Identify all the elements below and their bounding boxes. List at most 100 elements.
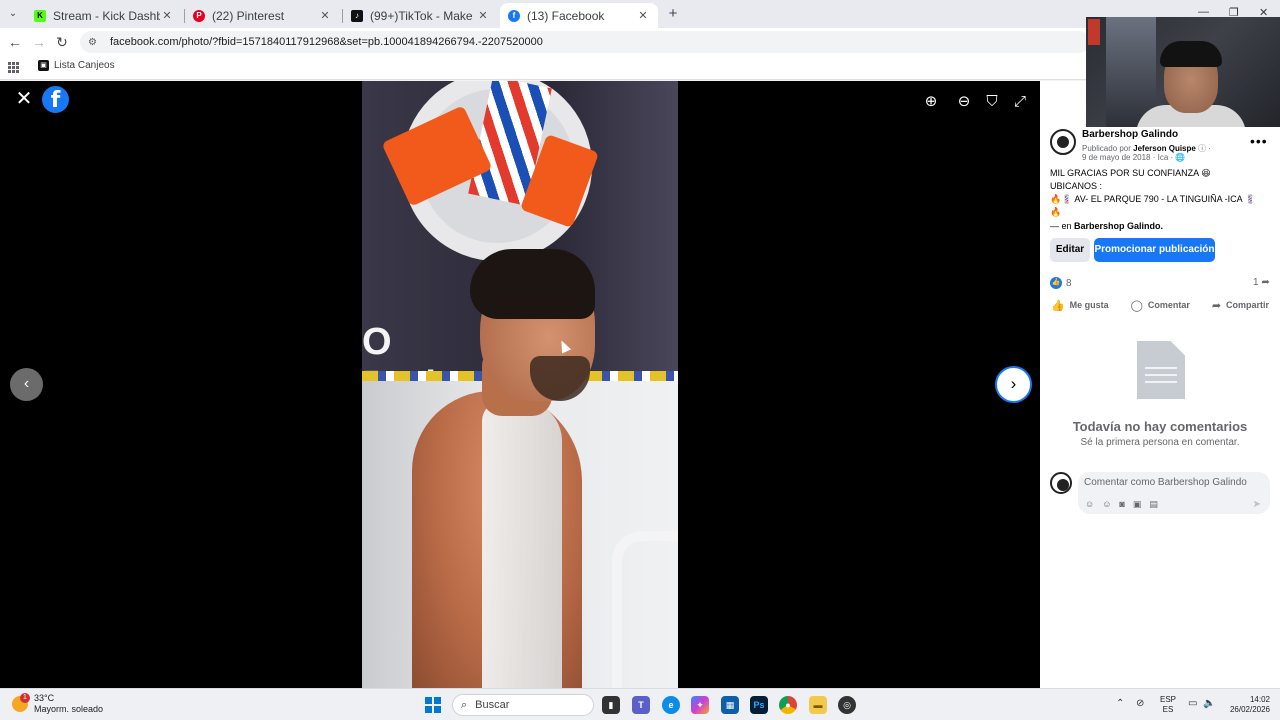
comment-bubble-icon: ◯: [1130, 299, 1143, 312]
photo-viewer: ✕ f O Barbers424 ⊕ ⊖ ⛉ ⤢ ‹ ›: [0, 81, 1040, 688]
tab-label: (13) Facebook: [527, 8, 605, 23]
publisher-name[interactable]: Jeferson Quispe: [1133, 144, 1196, 153]
volume-icon[interactable]: 🔈: [1203, 698, 1215, 709]
more-options-icon[interactable]: •••: [1250, 133, 1268, 149]
post-text-line-4: 🔥: [1050, 207, 1062, 217]
reaction-count: 8: [1066, 277, 1072, 289]
new-tab-button[interactable]: +: [664, 5, 682, 23]
teams-icon[interactable]: T: [632, 696, 650, 714]
empty-comments-document-icon: [1137, 341, 1185, 399]
comment-input[interactable]: Comentar como Barbershop Galindo ☺ ☺ ◙ ▣…: [1078, 472, 1270, 514]
edge-icon[interactable]: e: [662, 696, 680, 714]
promote-post-button[interactable]: Promocionar publicación: [1094, 238, 1215, 262]
search-icon: ⌕: [461, 698, 468, 711]
tab-close-icon[interactable]: ✕: [636, 9, 650, 22]
post-text-line-3: 🔥💈 AV- EL PARQUE 790 - LA TINGUIÑA -ICA …: [1050, 194, 1256, 204]
file-explorer-icon[interactable]: ▬: [809, 696, 827, 714]
pinterest-icon: P: [193, 9, 205, 22]
windows-taskbar: 1 33°C Mayorm. soleado ⌕ Buscar ▮ T e ✦ …: [0, 688, 1280, 720]
tab-pinterest[interactable]: P (22) Pinterest ✕: [185, 3, 340, 28]
facebook-logo-icon[interactable]: f: [42, 86, 69, 113]
info-icon: ⓘ: [1198, 144, 1207, 153]
fullscreen-icon[interactable]: ⤢: [1011, 93, 1029, 111]
tag-icon[interactable]: ⛉: [983, 93, 1001, 111]
copilot-icon[interactable]: ✦: [691, 696, 709, 714]
reaction-summary[interactable]: 👍 8: [1050, 277, 1072, 289]
address-bar[interactable]: ⚙ facebook.com/photo/?fbid=1571840117912…: [80, 31, 1090, 53]
site-info-icon[interactable]: ⚙: [88, 37, 102, 48]
post-location: — en Barbershop Galindo.: [1050, 221, 1164, 231]
reload-icon[interactable]: ↻: [53, 33, 71, 51]
emoji-icon[interactable]: ☺: [1102, 499, 1111, 510]
post-photo: O Barbers424: [362, 81, 678, 688]
comment-tools: ☺ ☺ ◙ ▣ ▤: [1085, 499, 1158, 510]
bookmark-label: Lista Canjeos: [54, 60, 115, 71]
sun-icon: 1: [12, 693, 30, 712]
next-photo-button[interactable]: ›: [995, 366, 1032, 403]
page-avatar[interactable]: [1050, 129, 1076, 155]
tab-close-icon[interactable]: ✕: [476, 9, 490, 22]
post-text-line-1: MIL GRACIAS POR SU CONFIANZA 😆: [1050, 168, 1211, 178]
kick-icon: K: [34, 9, 46, 22]
task-view-icon[interactable]: ▮: [602, 696, 620, 714]
edit-button[interactable]: Editar: [1050, 238, 1090, 262]
gif-icon[interactable]: ▣: [1133, 499, 1142, 510]
no-comments-subtitle: Sé la primera persona en comentar.: [1080, 437, 1240, 448]
no-comments-title: Todavía no hay comentarios: [1072, 419, 1248, 434]
post-text-line-2: UBICANOS :: [1050, 181, 1103, 191]
obs-icon[interactable]: ◎: [838, 696, 856, 714]
tab-label: Stream - Kick Dashboard: [53, 8, 160, 23]
language-indicator[interactable]: ESP ES: [1160, 695, 1176, 715]
url-text: facebook.com/photo/?fbid=157184011791296…: [110, 36, 543, 48]
camera-icon[interactable]: ◙: [1119, 499, 1124, 510]
weather-condition: Mayorm. soleado: [34, 704, 104, 714]
post-date: 9 de mayo de 2018 · Ica · 🌐: [1082, 153, 1186, 162]
like-reaction-icon: 👍: [1050, 277, 1062, 289]
previous-photo-button[interactable]: ‹: [10, 368, 43, 401]
zoom-in-icon[interactable]: ⊕: [922, 93, 940, 111]
commenter-avatar[interactable]: [1050, 472, 1072, 494]
avatar-sticker-icon[interactable]: ☺: [1085, 499, 1094, 510]
store-icon[interactable]: ▦: [721, 696, 739, 714]
tab-tiktok[interactable]: ♪ (99+)TikTok - Make Your Day ✕: [343, 3, 498, 28]
chrome-icon[interactable]: ●: [779, 696, 797, 714]
network-icon[interactable]: ⊘: [1136, 698, 1144, 709]
share-icon: ➦: [1211, 299, 1222, 312]
system-clock[interactable]: 14:02 26/02/2026: [1222, 695, 1270, 715]
facebook-tab-icon: f: [508, 9, 520, 22]
tab-label: (99+)TikTok - Make Your Day: [370, 8, 476, 23]
webcam-overlay: [1086, 17, 1280, 127]
zoom-out-icon[interactable]: ⊖: [955, 93, 973, 111]
apps-grid-icon[interactable]: [8, 62, 19, 73]
tab-kick[interactable]: K Stream - Kick Dashboard ✕: [26, 3, 182, 28]
like-button[interactable]: 👍 Me gusta: [1051, 299, 1109, 312]
taskbar-search[interactable]: ⌕ Buscar: [452, 694, 594, 716]
comment-button[interactable]: ◯ Comentar: [1131, 299, 1190, 312]
temperature: 33°C: [34, 693, 55, 703]
bookmark-lista-canjeos[interactable]: ▣ Lista Canjeos: [38, 60, 115, 71]
back-icon[interactable]: ←: [6, 33, 24, 51]
tab-close-icon[interactable]: ✕: [318, 9, 332, 22]
thumbs-up-icon: 👍: [1050, 299, 1065, 312]
comment-placeholder: Comentar como Barbershop Galindo: [1084, 477, 1247, 488]
display-icon[interactable]: ▭: [1188, 698, 1197, 709]
globe-icon: 🌐: [1175, 153, 1186, 162]
share-count[interactable]: 1 ➦: [1253, 277, 1270, 288]
photoshop-icon[interactable]: Ps: [750, 696, 768, 714]
sticker-icon[interactable]: ▤: [1149, 499, 1158, 510]
share-button[interactable]: ➦ Compartir: [1212, 299, 1269, 312]
close-icon[interactable]: ✕: [14, 89, 34, 109]
tab-facebook[interactable]: f (13) Facebook ✕: [500, 3, 658, 28]
forward-icon[interactable]: →: [30, 33, 48, 51]
share-arrow-icon: ➦: [1261, 277, 1270, 288]
weather-widget[interactable]: 1 33°C Mayorm. soleado: [12, 693, 103, 715]
page-name[interactable]: Barbershop Galindo: [1082, 129, 1178, 140]
tab-search-icon[interactable]: ⌄: [4, 5, 22, 23]
send-icon[interactable]: ➤: [1253, 499, 1261, 510]
tab-close-icon[interactable]: ✕: [160, 9, 174, 22]
tray-chevron-icon[interactable]: ⌃: [1116, 698, 1124, 709]
location-link[interactable]: Barbershop Galindo.: [1074, 221, 1163, 231]
bookmark-icon: ▣: [38, 60, 49, 71]
start-windows-icon[interactable]: [425, 697, 441, 713]
tiktok-icon: ♪: [351, 9, 363, 22]
